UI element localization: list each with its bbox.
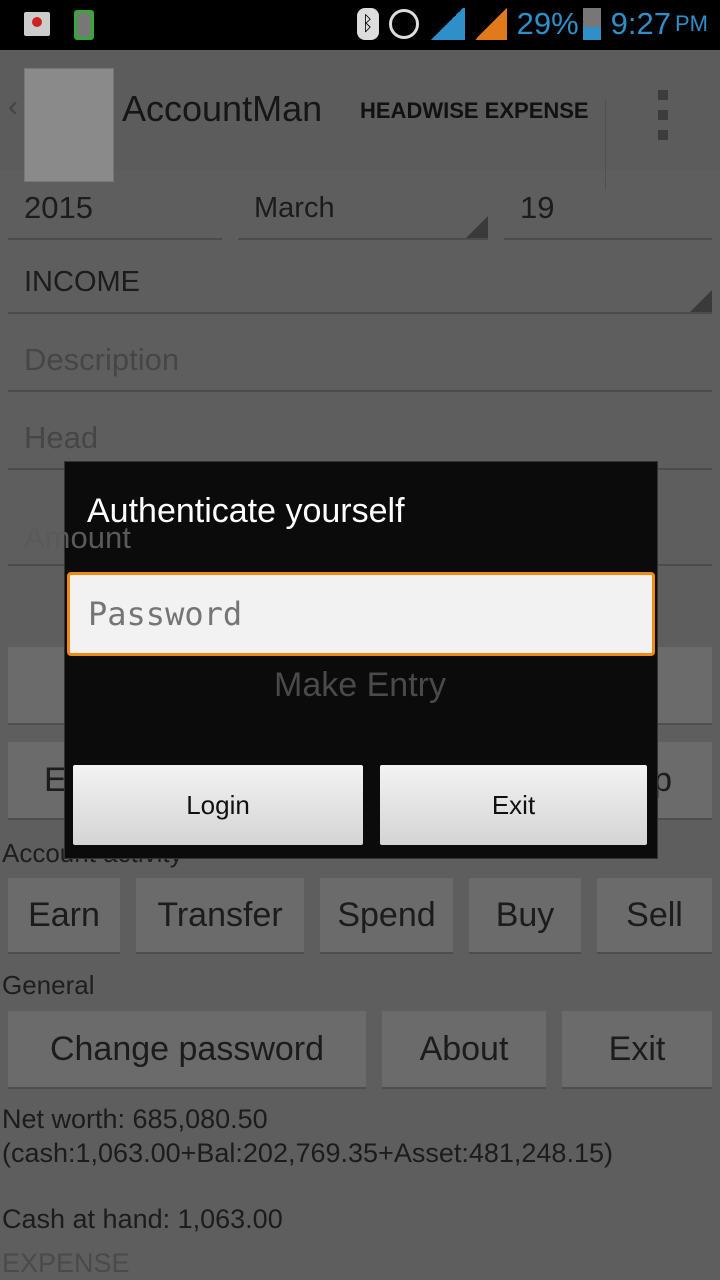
description-input[interactable]: Description	[8, 342, 712, 392]
alarm-icon	[388, 9, 419, 39]
status-bar: ᛒ 29% 9:27 PM	[0, 0, 720, 50]
change-password-button[interactable]: Change password	[8, 1011, 366, 1089]
network-hplus-icon	[428, 8, 465, 40]
type-spinner[interactable]: INCOME	[8, 266, 712, 314]
day-field[interactable]: 19	[504, 190, 712, 240]
sell-button[interactable]: Sell	[597, 878, 712, 954]
type-value: INCOME	[24, 266, 140, 298]
password-input[interactable]	[67, 572, 655, 656]
battery-percent: 29%	[516, 6, 579, 41]
about-button[interactable]: About	[382, 1011, 546, 1089]
dropdown-arrow-icon	[466, 216, 488, 238]
general-label: General	[2, 970, 95, 1000]
earn-button[interactable]: Earn	[8, 878, 120, 954]
app-title: AccountMan	[122, 88, 323, 129]
headwise-expense-button[interactable]: HEADWISE EXPENSE	[360, 98, 589, 124]
clock: 9:27	[610, 6, 671, 41]
dialog-title: Authenticate yourself	[87, 492, 405, 530]
authenticate-dialog: Authenticate yourself Login Exit	[64, 461, 658, 859]
divider	[605, 100, 606, 190]
dropdown-arrow-icon	[690, 290, 712, 312]
month-spinner[interactable]: March	[238, 192, 488, 240]
dialog-exit-button[interactable]: Exit	[380, 765, 647, 845]
month-value: March	[254, 192, 335, 224]
spend-button[interactable]: Spend	[320, 878, 453, 954]
action-bar: ‹ AccountMan HEADWISE EXPENSE	[0, 50, 720, 190]
net-worth-breakdown: (cash:1,063.00+Bal:202,769.35+Asset:481,…	[2, 1138, 613, 1168]
battery-sync-icon	[74, 10, 94, 40]
make-entry-label: Make Entry	[274, 665, 446, 704]
buy-button[interactable]: Buy	[469, 878, 581, 954]
exit-button[interactable]: Exit	[562, 1011, 712, 1089]
signal-icon	[474, 8, 507, 40]
overflow-menu-icon[interactable]	[658, 90, 670, 150]
mail-notification-icon	[24, 12, 50, 36]
app-icon[interactable]	[24, 68, 114, 182]
transfer-button[interactable]: Transfer	[136, 878, 304, 954]
cash-at-hand-text: Cash at hand: 1,063.00	[2, 1204, 283, 1234]
year-field[interactable]: 2015	[8, 190, 222, 240]
net-worth-text: Net worth: 685,080.50	[2, 1104, 268, 1134]
clock-ampm: PM	[675, 11, 708, 36]
expense-section-label: EXPENSE	[2, 1248, 130, 1278]
login-button[interactable]: Login	[73, 765, 363, 845]
battery-icon	[582, 8, 601, 40]
back-chevron-icon[interactable]: ‹	[8, 90, 18, 124]
bluetooth-icon: ᛒ	[356, 8, 379, 40]
